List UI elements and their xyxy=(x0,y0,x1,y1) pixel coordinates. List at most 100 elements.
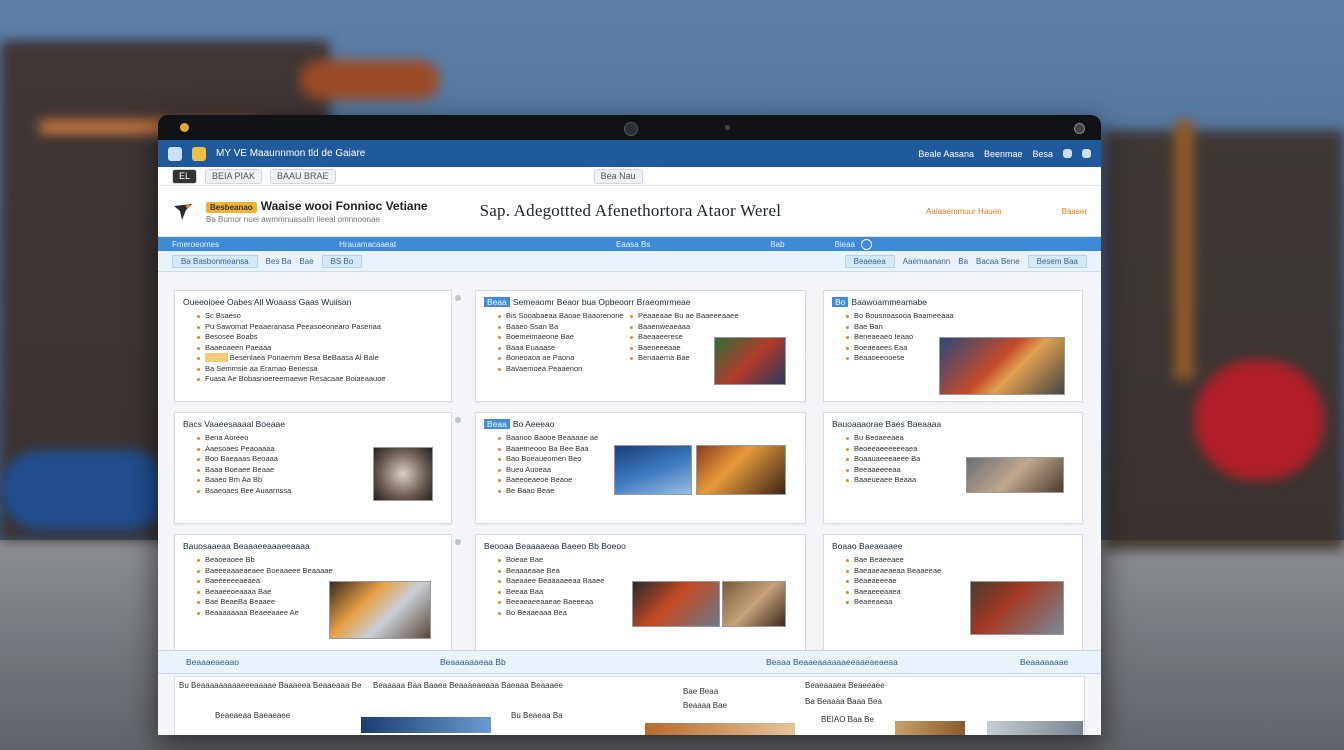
footer-row[interactable]: Beaaaaa Baa Baaea Beaaaeaeaaa Baeaaa Bea… xyxy=(373,681,563,690)
footer-row[interactable]: Bu Beaaaaaaaaaeeeaaaae Baaaeea Beaaeaaa … xyxy=(179,681,361,690)
list-item[interactable]: Boneoaoa ae Paona xyxy=(484,353,634,364)
card-image[interactable] xyxy=(939,337,1065,395)
card-toggle-icon[interactable] xyxy=(455,295,461,301)
list-item[interactable]: Pu Sawomat Peaaeranasa Peeasoeonearo Pas… xyxy=(183,322,443,333)
list-item[interactable]: Peaaeaae Bu ae Baaeeeaaee xyxy=(616,311,786,322)
menu-icon[interactable] xyxy=(168,146,182,161)
nav-primary-4[interactable]: Bab xyxy=(770,240,784,249)
card-3[interactable]: Bo Baawoammeamabe Bo Bousnoasooa Baameeaa… xyxy=(823,290,1083,402)
topbar-link-1[interactable]: Beale Aasana xyxy=(918,149,974,159)
url-chip-3[interactable]: BAAU BRAE xyxy=(270,168,336,184)
list-item[interactable]: Besosee Boabs xyxy=(183,332,443,343)
list-item[interactable]: Besenlaea Ponaemm Besa BeBaasa Al Bale xyxy=(183,353,443,364)
list-item[interactable]: Beaaaeaae Bea xyxy=(484,566,797,577)
card-6[interactable]: Bauoaaaorae Baes Baeaaaa Bu Beoaeeaea Be… xyxy=(823,412,1083,524)
card-image[interactable] xyxy=(722,581,786,627)
user-icon[interactable] xyxy=(1082,149,1091,158)
card-5[interactable]: Beaa Bo Aeeeao Baanoo Baooe Beaaaae ae Ba… xyxy=(475,412,806,524)
list-item[interactable]: Baeeeaaaeaeaee Boeaaeee Beaaaae xyxy=(183,566,443,577)
list-item[interactable]: Bena Aoreeo xyxy=(183,433,443,444)
primary-nav: Fmeroeomes Hrauamacaaeat Eaasa Bs Bab Bi… xyxy=(158,237,1101,251)
card-9[interactable]: Boaao Baeaeaaee Bae Beaeeaee Baeaaeaeaea… xyxy=(823,534,1083,652)
footer-image[interactable] xyxy=(645,723,795,735)
url-chip-1[interactable]: EL xyxy=(172,168,198,184)
footer-row[interactable]: Bu Beaeaa Ba xyxy=(511,711,563,720)
list-item[interactable]: Bae Ban xyxy=(832,322,1074,333)
help-icon[interactable] xyxy=(861,238,872,250)
card-1[interactable]: Oueeoioee Oabes All Woaass Gaas Wuiisan … xyxy=(174,290,452,402)
topbar-link-2[interactable]: Beenmae xyxy=(984,149,1023,159)
list-item[interactable]: Bu Beoaeeaea xyxy=(832,433,1074,444)
list-item[interactable]: Fuasa Ae Bobasnoereemaewe Resacaae Boiae… xyxy=(183,374,443,385)
footer-row[interactable]: Ba Beaaaa Baaa Bea xyxy=(805,697,882,706)
topbar-link-3[interactable]: Besa xyxy=(1032,149,1053,159)
footer-row[interactable]: BEIAO Baa Be xyxy=(821,715,874,724)
list-item[interactable]: Baaa Euaaase xyxy=(484,343,634,354)
list-item[interactable]: Baaenweaeaaa xyxy=(616,322,786,333)
card-4[interactable]: Bacs Vaaeesaaaal Boeaae Bena Aoreeo Aaes… xyxy=(174,412,452,524)
list-item[interactable]: Boemeimaeone Bae xyxy=(484,332,634,343)
card-image[interactable] xyxy=(614,445,692,495)
card-image[interactable] xyxy=(714,337,786,385)
card-7[interactable]: Bauosaaeaa Beaaaeeaaaeeaaaa Beaoeaoee Bb… xyxy=(174,534,452,652)
list-item[interactable]: Beoeeaeeeeeeaea xyxy=(832,444,1074,455)
card-image[interactable] xyxy=(696,445,786,495)
settings-icon[interactable] xyxy=(1063,149,1072,158)
section-label-3[interactable]: Beaaa Beaaeaaaaaaeeaaeaeaeaa xyxy=(766,657,898,667)
list-item[interactable]: Baaeoaeen Paeaaa xyxy=(183,343,443,354)
list-item[interactable]: Sc Bsaeso xyxy=(183,311,443,322)
list-item-text: Besenlaea Ponaemm Besa BeBaasa Al Bale xyxy=(229,353,379,362)
card-image[interactable] xyxy=(970,581,1064,635)
footer-row[interactable]: Beaeaaaea Beaeeaee xyxy=(805,681,885,690)
section-label-1[interactable]: Beaaaeaeaao xyxy=(186,657,239,667)
card-8[interactable]: Beooaa Beaaaaeaa Baeeo Bb Boeoo Boeae Ba… xyxy=(475,534,806,652)
list-item[interactable]: Bae Beaeeaee xyxy=(832,555,1074,566)
header-link-2[interactable]: Baaser xyxy=(1062,207,1087,216)
list-item[interactable]: Bavaemoea Peaaenon xyxy=(484,364,634,375)
card-image[interactable] xyxy=(373,447,433,501)
footer-image[interactable] xyxy=(987,721,1083,735)
nav-primary-1[interactable]: Fmeroeomes xyxy=(172,240,219,249)
footer-image[interactable] xyxy=(895,721,965,735)
nav-primary-5[interactable]: Bieaa xyxy=(835,240,855,249)
nav-secondary-1[interactable]: Ba Basbonmeansa xyxy=(172,254,258,268)
section-label-2[interactable]: Beaaaaaaeaa Bb xyxy=(440,657,506,667)
list-item[interactable]: Beaoeaoee Bb xyxy=(183,555,443,566)
card-image[interactable] xyxy=(966,457,1064,493)
list-item[interactable]: Ba Semmsie aa Eramao Benessa xyxy=(183,364,443,375)
header-link-1[interactable]: Aaiaaemmuur Hauen xyxy=(926,207,1002,216)
nav-secondary-8[interactable]: Bacaa Bene xyxy=(976,257,1020,266)
nav-secondary-5[interactable]: Beaeaea xyxy=(844,254,895,268)
footer-row[interactable]: Beaeaeaa Baeaeaee xyxy=(215,711,290,720)
list-item[interactable]: Bo Bousnoasooa Baameeaaa xyxy=(832,311,1074,322)
footer-row[interactable]: Beaaaa Bae xyxy=(683,701,727,710)
page-headline: Sap. Adegottted Afenethortora Ataor Were… xyxy=(479,201,782,220)
list-item[interactable]: Baaeo Ssan Ba xyxy=(484,322,634,333)
nav-secondary-6[interactable]: Aaemaanann xyxy=(903,257,951,266)
card-image[interactable] xyxy=(329,581,431,639)
list-item[interactable]: Baeaaeaeaeaa Beaaeeae xyxy=(832,566,1074,577)
site-logo-icon[interactable] xyxy=(172,200,194,222)
power-icon[interactable] xyxy=(1074,123,1085,134)
nav-primary-2[interactable]: Hrauamacaaeat xyxy=(339,240,396,249)
nav-secondary-9[interactable]: Besem Baa xyxy=(1027,254,1087,268)
footer-row[interactable]: Bae Beaa xyxy=(683,687,718,696)
url-center[interactable]: Bea Nau xyxy=(593,168,643,184)
card-toggle-icon[interactable] xyxy=(455,417,461,423)
footer-image[interactable] xyxy=(361,717,491,733)
list-item[interactable]: Boeae Bae xyxy=(484,555,797,566)
card-title: Bo Aeeeao xyxy=(512,419,555,429)
nav-secondary-2[interactable]: Bes Ba xyxy=(266,257,292,266)
card-image[interactable] xyxy=(632,581,720,627)
nav-secondary-3[interactable]: Bae xyxy=(299,257,313,266)
card-toggle-icon[interactable] xyxy=(455,539,461,545)
url-chip-2[interactable]: BEIA PIAK xyxy=(205,168,263,184)
list-item[interactable]: Bis Sooabaeaa Baoae Baaorenone xyxy=(484,311,634,322)
list-item[interactable]: Baanoo Baooe Beaaaae ae xyxy=(484,433,797,444)
nav-primary-3[interactable]: Eaasa Bs xyxy=(616,240,650,249)
card-2[interactable]: Beaa Semeaomr Beaor bua Opbeoorr Braeomrm… xyxy=(475,290,806,402)
section-label-4[interactable]: Beaaaaaaae xyxy=(1020,657,1068,667)
nav-secondary-7[interactable]: Ba xyxy=(958,257,968,266)
nav-secondary-4[interactable]: BS Bo xyxy=(321,254,363,268)
card-title: Bacs Vaaeesaaaal Boeaae xyxy=(183,419,285,429)
